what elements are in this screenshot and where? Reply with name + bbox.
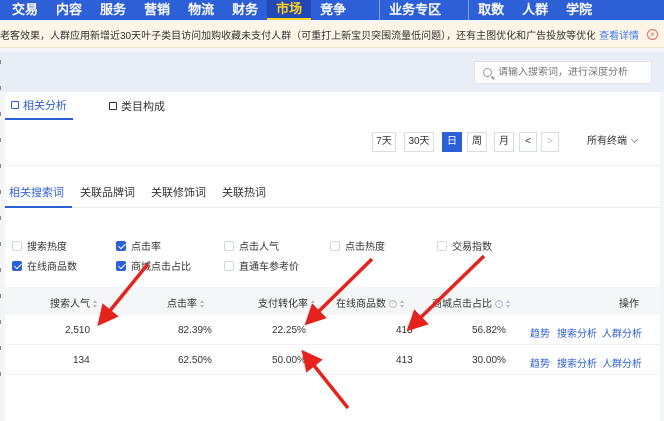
sort-icon[interactable] <box>200 300 205 309</box>
tab-related-brand-words[interactable]: 关联品牌词 <box>72 178 143 208</box>
cell-pay-conversion: 50.00% <box>272 355 306 366</box>
metric-checkbox-click-popularity[interactable]: 点击人气 <box>224 238 279 253</box>
chevron-down-icon <box>630 135 639 144</box>
time-day-button[interactable]: 日 <box>442 132 462 152</box>
nav-item-competition[interactable]: 竞争 <box>311 0 355 20</box>
metric-checkbox-search-heat[interactable]: 搜索热度 <box>12 238 67 253</box>
tab-related-search-words[interactable]: 相关搜索词 <box>5 178 72 208</box>
cell-click-rate: 62.50% <box>178 355 212 366</box>
checkbox[interactable] <box>224 260 234 271</box>
checkbox[interactable] <box>12 260 22 271</box>
cell-mall-click-ratio: 56.82% <box>472 325 506 336</box>
cell-pay-conversion: 22.25% <box>272 325 306 336</box>
time-7d-button[interactable]: 7天 <box>372 132 396 152</box>
search-analysis-link[interactable]: 搜索分析 <box>557 325 597 340</box>
nav-item-service[interactable]: 服务 <box>91 0 135 20</box>
notice-detail-link[interactable]: 查看详情 <box>599 27 639 42</box>
search-analysis-link[interactable]: 搜索分析 <box>557 355 597 370</box>
trend-link[interactable]: 趋势 <box>530 355 550 370</box>
category-icon <box>109 102 117 110</box>
cell-mall-click-ratio: 30.00% <box>472 355 506 366</box>
search-band <box>0 52 664 92</box>
search-input[interactable] <box>498 67 648 78</box>
metric-checkbox-click-heat[interactable]: 点击热度 <box>330 238 385 253</box>
divider <box>5 165 660 166</box>
trend-link[interactable]: 趋势 <box>530 325 550 340</box>
terminal-select-value: 所有终端 <box>587 136 627 147</box>
nav-item-finance[interactable]: 财务 <box>223 0 267 20</box>
table-row: 2,510 82.39% 22.25% 415 56.82% 趋势 搜索分析 人… <box>5 315 660 345</box>
checkbox[interactable] <box>224 240 234 251</box>
time-filter: 7天 30天 日 周 月 < > 所有终端 <box>5 132 660 156</box>
tab-related-analysis[interactable]: 相关分析 <box>5 92 73 120</box>
nav-item-fetch-data[interactable]: 取数 <box>468 0 513 20</box>
nav-item-logistics[interactable]: 物流 <box>179 0 223 20</box>
cell-search-popularity: 2,510 <box>65 325 91 336</box>
metric-checkbox-mall-click-ratio[interactable]: 商城点击占比 <box>116 258 191 273</box>
search-box[interactable] <box>474 61 652 84</box>
help-icon[interactable]: ? <box>495 300 503 309</box>
cell-click-rate: 82.39% <box>178 325 212 336</box>
checkbox[interactable] <box>116 260 126 271</box>
search-icon <box>483 68 492 77</box>
checkbox[interactable] <box>437 240 447 251</box>
main-panel: 相关分析 类目构成 7天 30天 日 周 月 < > 所有终端 相关搜索词 关联… <box>5 92 660 421</box>
help-icon[interactable]: ? <box>389 300 397 309</box>
crowd-analysis-link[interactable]: 人群分析 <box>602 325 642 340</box>
notice-text: 老客效果，人群应用新增近30天叶子类目访问加购收藏未支付人群（可重打上新宝贝突围… <box>0 31 595 42</box>
keyword-tabs: 相关搜索词 关联品牌词 关联修饰词 关联热词 <box>5 178 660 208</box>
sort-icon[interactable] <box>400 300 405 309</box>
metric-checkbox-click-rate[interactable]: 点击率 <box>116 238 161 253</box>
terminal-select[interactable]: 所有终端 <box>587 132 639 152</box>
nav-item-academy[interactable]: 学院 <box>557 0 601 20</box>
nav-item-content[interactable]: 内容 <box>47 0 91 20</box>
close-icon[interactable]: × <box>647 29 658 40</box>
prev-button[interactable]: < <box>519 132 537 152</box>
cell-online-items: 415 <box>396 325 413 336</box>
checkbox[interactable] <box>12 240 22 251</box>
metric-checkbox-trade-index[interactable]: 交易指数 <box>437 238 492 253</box>
analysis-tabs: 相关分析 类目构成 <box>5 92 201 120</box>
cell-online-items: 413 <box>396 355 413 366</box>
top-nav: 交易 内容 服务 营销 物流 财务 市场 竞争 业务专区 取数 人群 学院 <box>0 0 664 20</box>
tab-category-structure[interactable]: 类目构成 <box>103 92 171 120</box>
col-actions: 操作 <box>619 299 639 310</box>
tab-label: 类目构成 <box>121 101 165 113</box>
sort-icon[interactable] <box>311 300 316 309</box>
cell-search-popularity: 134 <box>73 355 90 366</box>
nav-item-market[interactable]: 市场 <box>267 0 312 20</box>
checkbox[interactable] <box>330 240 340 251</box>
sort-icon[interactable] <box>506 300 511 309</box>
table-row: 134 62.50% 50.00% 413 30.00% 趋势 搜索分析 人群分… <box>5 345 660 375</box>
col-click-rate[interactable]: 点击率 <box>167 295 205 310</box>
notice-bar: 老客效果，人群应用新增近30天叶子类目访问加购收藏未支付人群（可重打上新宝贝突围… <box>0 22 664 48</box>
chart-icon <box>11 101 19 109</box>
metric-checkbox-online-items[interactable]: 在线商品数 <box>12 258 77 273</box>
metric-checkbox-ztc-reference-price[interactable]: 直通车参考价 <box>224 258 299 273</box>
time-week-button[interactable]: 周 <box>467 132 487 152</box>
sort-icon[interactable] <box>93 300 98 309</box>
nav-item-marketing[interactable]: 营销 <box>135 0 179 20</box>
nav-item-business-zone[interactable]: 业务专区 <box>379 0 450 20</box>
time-month-button[interactable]: 月 <box>494 132 514 152</box>
col-online-items[interactable]: 在线商品数? <box>336 295 405 310</box>
tab-related-hot-words[interactable]: 关联热词 <box>214 178 274 208</box>
crowd-analysis-link[interactable]: 人群分析 <box>602 355 642 370</box>
nav-item-crowd[interactable]: 人群 <box>513 0 557 20</box>
table-header: 搜索人气 点击率 支付转化率 在线商品数? 商城点击占比? 操作 <box>5 287 660 315</box>
tab-related-modifier-words[interactable]: 关联修饰词 <box>143 178 214 208</box>
col-mall-click-ratio[interactable]: 商城点击占比? <box>432 295 511 310</box>
col-search-popularity[interactable]: 搜索人气 <box>50 295 98 310</box>
tab-label: 相关分析 <box>23 100 67 112</box>
time-30d-button[interactable]: 30天 <box>404 132 434 152</box>
checkbox[interactable] <box>116 240 126 251</box>
next-button[interactable]: > <box>541 132 559 152</box>
nav-item-trade[interactable]: 交易 <box>0 0 47 20</box>
col-pay-conversion[interactable]: 支付转化率 <box>258 295 316 310</box>
